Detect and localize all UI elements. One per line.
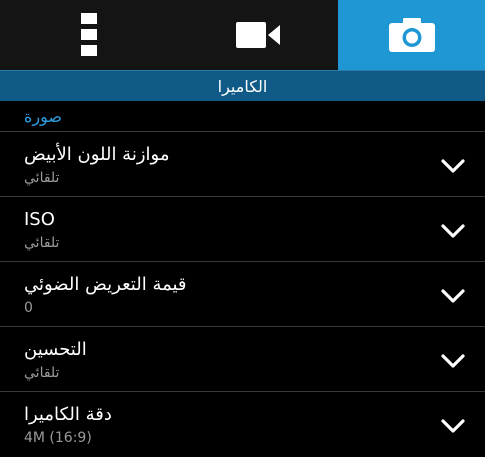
tab-video[interactable] [178,0,338,70]
setting-value: تلقائي [24,170,60,186]
setting-title: قيمة التعريض الضوئي [24,274,187,295]
setting-value: 0 [24,300,33,316]
setting-iso[interactable]: ISO تلقائي [0,197,485,262]
chevron-down-icon[interactable] [439,347,467,375]
top-tab-bar [0,0,485,70]
page-title: الكاميرا [0,70,485,101]
chevron-down-icon[interactable] [439,412,467,440]
setting-value: تلقائي [24,235,60,251]
tab-more[interactable] [0,0,178,70]
tab-camera[interactable] [338,0,485,70]
setting-value: 4M (16:9) [24,430,92,446]
setting-exposure-value[interactable]: قيمة التعريض الضوئي 0 [0,262,485,327]
more-vertical-icon [81,13,97,56]
settings-list: موازنة اللون الأبيض تلقائي ISO تلقائي قي… [0,132,485,457]
setting-enhancement[interactable]: التحسين تلقائي [0,327,485,392]
setting-title: ISO [24,209,55,230]
setting-title: دقة الكاميرا [24,404,112,425]
video-camera-icon [236,22,280,48]
setting-value: تلقائي [24,365,60,381]
setting-white-balance[interactable]: موازنة اللون الأبيض تلقائي [0,132,485,197]
setting-camera-resolution[interactable]: دقة الكاميرا 4M (16:9) [0,392,485,457]
setting-title: موازنة اللون الأبيض [24,144,170,165]
setting-title: التحسين [24,339,87,360]
chevron-down-icon[interactable] [439,217,467,245]
chevron-down-icon[interactable] [439,152,467,180]
chevron-down-icon[interactable] [439,282,467,310]
camera-icon [388,18,435,52]
section-header-photo: صورة [0,101,485,132]
